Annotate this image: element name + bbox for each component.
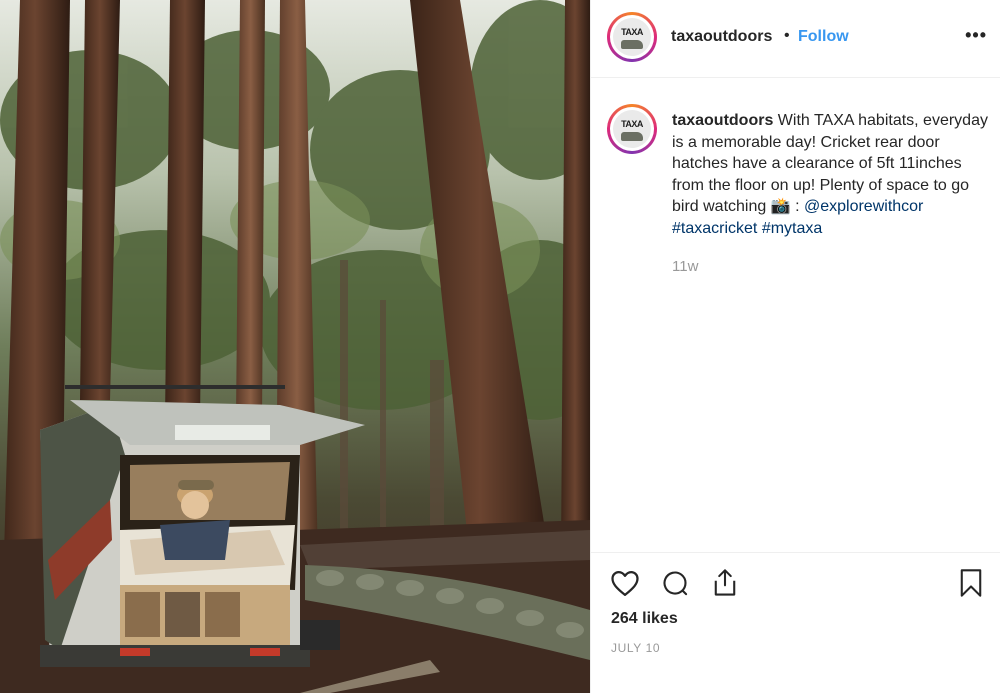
mention-link[interactable]: @explorewithcor xyxy=(804,198,923,215)
separator-dot: • xyxy=(784,27,790,44)
action-bar: 264 likes JULY 10 xyxy=(591,552,1000,693)
caption-username[interactable]: taxaoutdoors xyxy=(672,112,773,129)
ellipsis-icon[interactable]: ••• xyxy=(965,25,987,46)
post-date[interactable]: JULY 10 xyxy=(611,641,660,655)
taxa-logo: TAXA xyxy=(613,110,651,148)
taxa-logo: TAXA xyxy=(613,18,651,56)
time-ago[interactable]: 11w xyxy=(672,258,698,275)
forest-trailer-image xyxy=(0,0,590,693)
caption-text: taxaoutdoors With TAXA habitats, everyda… xyxy=(672,110,994,239)
bookmark-icon[interactable] xyxy=(959,568,983,598)
caption-avatar[interactable]: TAXA xyxy=(607,104,657,154)
hashtag-link[interactable]: #taxacricket xyxy=(672,220,757,237)
heart-icon[interactable] xyxy=(610,569,640,597)
username-link[interactable]: taxaoutdoors xyxy=(671,28,772,46)
post-detail-panel: TAXA taxaoutdoors • Follow ••• TAXA taxa… xyxy=(590,0,1000,693)
likes-count[interactable]: 264 likes xyxy=(611,610,678,628)
hashtag-link[interactable]: #mytaxa xyxy=(762,220,822,237)
post-photo[interactable] xyxy=(0,0,590,693)
avatar[interactable]: TAXA xyxy=(607,12,657,62)
follow-button[interactable]: Follow xyxy=(798,28,849,46)
comment-icon[interactable] xyxy=(661,569,689,597)
share-icon[interactable] xyxy=(711,568,739,598)
post-header: TAXA taxaoutdoors • Follow ••• xyxy=(591,0,1000,78)
